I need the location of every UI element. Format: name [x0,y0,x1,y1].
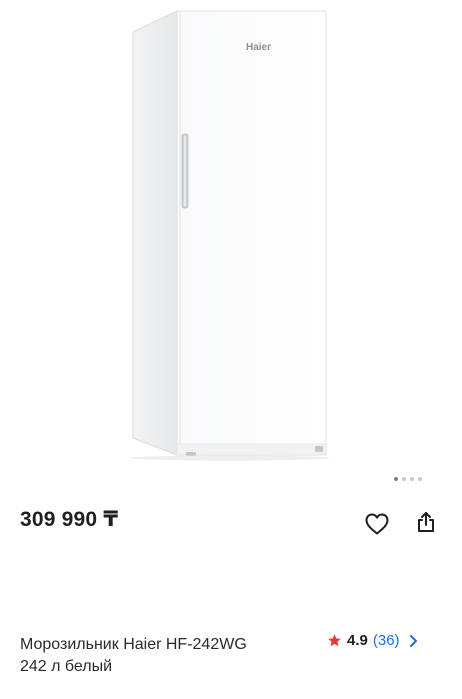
share-icon [418,512,434,532]
product-image[interactable]: Haier [0,0,462,470]
pager-dot[interactable] [418,477,422,481]
product-title: Морозильник Haier HF-242WG 242 л белый [20,634,310,678]
rating-score: 4.9 [347,632,368,649]
star-icon [328,634,341,647]
chevron-right-icon[interactable] [409,634,419,648]
review-count[interactable]: (36) [373,632,400,649]
rating-link[interactable]: 4.9 (36) [327,632,419,649]
image-pager[interactable] [394,477,422,481]
pager-dot[interactable] [394,477,398,481]
favorite-button[interactable] [361,508,393,540]
pager-dot[interactable] [410,477,414,481]
freezer-illustration [130,10,330,461]
pager-dot[interactable] [402,477,406,481]
heart-outline-icon [365,513,389,535]
brand-logo: Haier [246,42,272,53]
product-card-screen: Haier 309 990 ₸ Морозильник Haier HF-242… [0,0,462,699]
product-title-line: Морозильник Haier HF-242WG [20,636,247,653]
product-title-line: 242 л белый [20,658,113,675]
product-price: 309 990 ₸ [20,508,119,531]
share-button[interactable] [410,506,442,538]
